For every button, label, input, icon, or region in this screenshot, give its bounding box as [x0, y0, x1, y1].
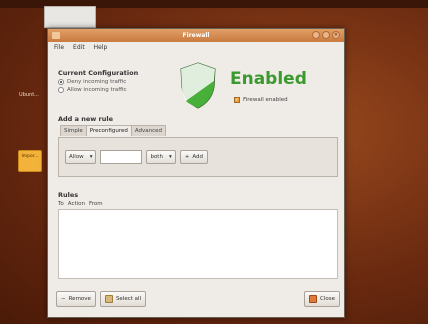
direction-value: both — [150, 154, 163, 160]
close-window-icon[interactable]: × — [332, 31, 340, 39]
tab-preconfigured[interactable]: Preconfigured — [85, 125, 132, 136]
menu-bar: File Edit Help — [48, 42, 344, 53]
shield-icon — [180, 62, 216, 109]
direction-select[interactable]: both ▾ — [146, 150, 176, 164]
deny-incoming-option[interactable]: Deny incoming traffic — [58, 79, 138, 85]
window-title: Firewall — [182, 32, 210, 39]
close-button[interactable]: Close — [304, 291, 340, 307]
deny-label: Deny incoming traffic — [67, 79, 127, 85]
allow-radio[interactable] — [58, 87, 64, 93]
chevron-down-icon: ▾ — [89, 154, 93, 160]
status-enabled-label: Enabled — [230, 69, 307, 89]
current-configuration: Current Configuration Deny incoming traf… — [58, 69, 138, 93]
rule-tab-panel: Allow ▾ both ▾ + Add — [58, 137, 338, 177]
menu-help[interactable]: Help — [94, 44, 108, 51]
minimize-icon[interactable] — [312, 31, 320, 39]
allow-incoming-option[interactable]: Allow incoming traffic — [58, 87, 138, 93]
action-value: Allow — [69, 154, 84, 160]
add-rule-title: Add a new rule — [58, 115, 114, 123]
remove-icon: − — [61, 296, 66, 302]
remove-button[interactable]: − Remove — [56, 291, 96, 307]
column-action[interactable]: Action — [68, 201, 85, 207]
add-label: Add — [192, 154, 203, 160]
bottom-button-bar: − Remove Select all Close — [56, 291, 340, 307]
close-label: Close — [320, 296, 335, 302]
chevron-down-icon: ▾ — [168, 154, 172, 160]
menu-edit[interactable]: Edit — [73, 44, 85, 51]
select-all-button[interactable]: Select all — [99, 291, 147, 307]
desktop-folder-icon[interactable]: Impor... — [18, 150, 42, 172]
deny-radio[interactable] — [58, 79, 64, 85]
column-from[interactable]: From — [89, 201, 103, 207]
allow-label: Allow incoming traffic — [67, 87, 127, 93]
maximize-icon[interactable] — [322, 31, 330, 39]
select-all-label: Select all — [115, 296, 142, 302]
tab-simple[interactable]: Simple — [60, 125, 87, 136]
rules-title: Rules — [58, 191, 79, 199]
background-window[interactable] — [44, 6, 96, 28]
select-all-icon — [104, 295, 113, 303]
menu-file[interactable]: File — [54, 44, 64, 51]
background-window-title — [45, 7, 95, 17]
port-input[interactable] — [100, 150, 143, 164]
window-menu-icon[interactable] — [52, 32, 60, 39]
add-button[interactable]: + Add — [179, 150, 208, 164]
close-icon — [309, 295, 318, 303]
title-bar[interactable]: Firewall × — [48, 29, 344, 42]
config-title: Current Configuration — [58, 69, 139, 77]
firewall-enabled-checkbox[interactable]: ✓ Firewall enabled — [234, 97, 288, 103]
plus-icon: + — [184, 154, 190, 160]
firewall-enabled-label: Firewall enabled — [243, 97, 288, 103]
rule-tabs: Simple Preconfigured Advanced — [60, 125, 167, 136]
desktop-label: Ubunt... — [19, 92, 39, 98]
desktop-icon-label: Impor... — [21, 154, 39, 159]
firewall-window: Firewall × File Edit Help Current Config… — [47, 28, 345, 318]
action-select[interactable]: Allow ▾ — [65, 150, 97, 164]
rules-list[interactable] — [58, 209, 338, 279]
tab-advanced[interactable]: Advanced — [130, 125, 167, 136]
remove-label: Remove — [68, 296, 91, 302]
checkbox-icon[interactable]: ✓ — [234, 97, 240, 103]
column-to[interactable]: To — [58, 201, 64, 207]
rules-header: To Action From — [58, 201, 338, 207]
